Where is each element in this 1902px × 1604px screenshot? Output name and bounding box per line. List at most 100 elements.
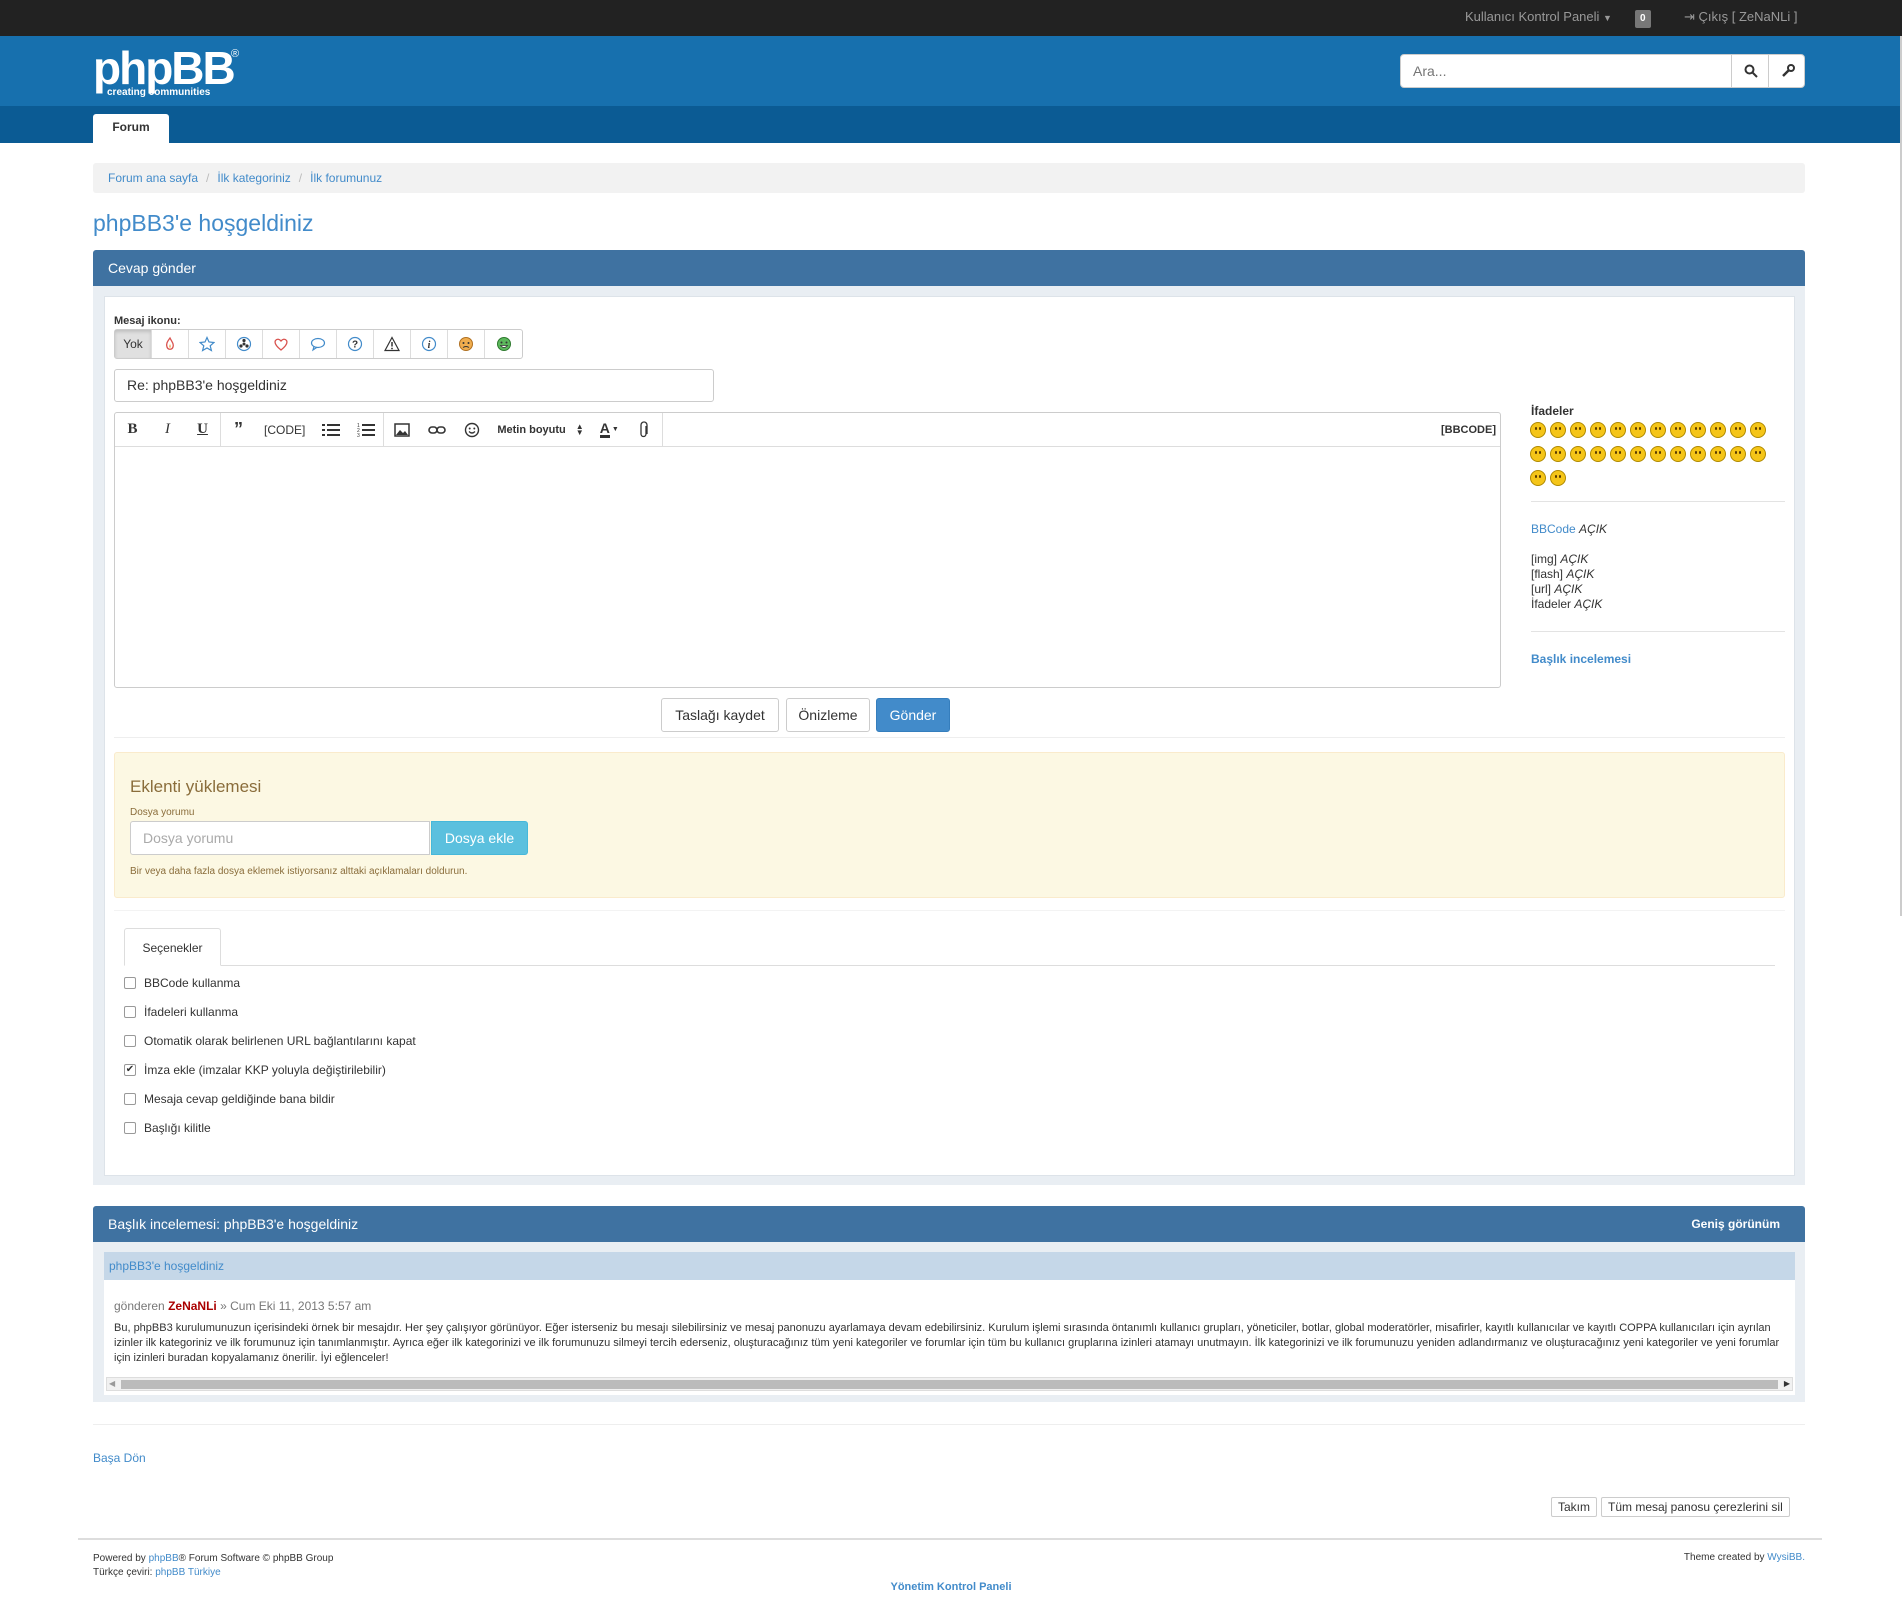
font-size-select[interactable]: Metin boyutu ▲ ▼ [489,413,591,447]
speech-bubble-icon[interactable] [300,330,337,358]
info-icon[interactable]: i [411,330,448,358]
breadcrumb-forum[interactable]: İlk forumunuz [310,171,382,185]
smiley-icon[interactable] [1550,422,1566,438]
page-title[interactable]: phpBB3'e hoşgeldiniz [93,210,314,237]
user-control-panel-link[interactable]: Kullanıcı Kontrol Paneli ▼ [1465,0,1612,36]
smiley-icon[interactable] [1670,446,1686,462]
emoticon-button[interactable] [454,413,489,447]
bullet-list-button[interactable] [313,413,348,447]
bold-button[interactable]: B [115,413,150,447]
tab-options[interactable]: Seçenekler [124,928,221,966]
heart-icon[interactable] [263,330,300,358]
smiley-icon[interactable] [1750,446,1766,462]
underline-button[interactable]: U [185,413,220,447]
warning-icon[interactable] [374,330,411,358]
question-icon[interactable]: ? [337,330,374,358]
code-button[interactable]: [CODE] [256,413,313,447]
bbcode-help-link[interactable]: BBCode [1531,522,1576,536]
delete-cookies-button[interactable]: Tüm mesaj panosu çerezlerini sil [1601,1497,1790,1517]
smiley-icon[interactable] [1630,422,1646,438]
numbered-list-button[interactable]: 123 [348,413,383,447]
tab-forum[interactable]: Forum [93,114,169,143]
flash-status: [flash] AÇIK [1531,567,1602,582]
smiley-icon[interactable] [1570,422,1586,438]
search-button[interactable] [1731,55,1769,87]
radioactive-icon[interactable] [226,330,263,358]
notifications-button[interactable]: 0 [1635,0,1651,36]
save-draft-button[interactable]: Taslağı kaydet [661,698,779,732]
scroll-left-icon[interactable]: ◀ [109,1378,115,1390]
file-comment-input[interactable]: Dosya yorumu [130,821,430,855]
option-label[interactable]: İfadeleri kullanma [144,1005,238,1019]
acp-link[interactable]: Yönetim Kontrol Paneli [890,1581,1011,1593]
preview-button[interactable]: Önizleme [786,698,870,732]
smiley-icon[interactable] [1650,422,1666,438]
fire-icon[interactable] [152,330,189,358]
scrollbar-thumb[interactable] [121,1380,1778,1389]
smiley-icon[interactable] [1690,422,1706,438]
smiley-icon[interactable] [1650,446,1666,462]
italic-button[interactable]: I [150,413,185,447]
review-post-title[interactable]: phpBB3'e hoşgeldiniz [109,1259,224,1273]
add-file-button[interactable]: Dosya ekle [431,821,528,855]
icon-none-option[interactable]: Yok [115,330,152,358]
smiley-icon[interactable] [1610,446,1626,462]
option-label[interactable]: İmza ekle (imzalar KKP yoluyla değiştiri… [144,1063,386,1077]
smiley-icon[interactable] [1590,422,1606,438]
review-scrollbar[interactable]: ◀ ▶ [106,1377,1793,1391]
option-label[interactable]: Başlığı kilitle [144,1121,211,1135]
option-checkbox[interactable] [124,1093,136,1105]
message-textarea[interactable] [115,447,1500,687]
image-button[interactable] [384,413,419,447]
advanced-search-button[interactable] [1768,55,1806,87]
option-checkbox[interactable]: ✔ [124,1064,136,1076]
site-logo[interactable]: phpBB creating communities ® [93,44,239,98]
smiley-icon[interactable] [1610,422,1626,438]
smiley-icon[interactable] [1710,446,1726,462]
smiley-icon[interactable] [1750,422,1766,438]
subject-input[interactable]: Re: phpBB3'e hoşgeldiniz [114,369,714,402]
quote-button[interactable]: ” [221,413,256,447]
smiley-icon[interactable] [1530,422,1546,438]
smiley-icon[interactable] [1710,422,1726,438]
option-checkbox[interactable] [124,1035,136,1047]
smiley-icon[interactable] [1670,422,1686,438]
attachment-button[interactable] [627,413,662,447]
happy-face-icon[interactable] [485,330,522,358]
breadcrumb-category[interactable]: İlk kategoriniz [217,171,290,185]
scroll-right-icon[interactable]: ▶ [1784,1378,1790,1390]
smiley-icon[interactable] [1730,446,1746,462]
smiley-icon[interactable] [1690,446,1706,462]
smiley-icon[interactable] [1550,470,1566,486]
option-checkbox[interactable] [124,977,136,989]
smiley-icon[interactable] [1590,446,1606,462]
theme-link[interactable]: WysiBB. [1767,1552,1805,1563]
submit-button[interactable]: Gönder [876,698,950,732]
option-label[interactable]: Otomatik olarak belirlenen URL bağlantıl… [144,1034,416,1048]
smiley-icon[interactable] [1550,446,1566,462]
translation-link[interactable]: phpBB Türkiye [155,1567,220,1578]
bbcode-mode-toggle[interactable]: [BBCODE] [1433,413,1500,447]
breadcrumb-home[interactable]: Forum ana sayfa [108,171,198,185]
option-checkbox[interactable] [124,1006,136,1018]
team-button[interactable]: Takım [1551,1497,1598,1517]
text-color-button[interactable]: A ▼ [592,413,627,447]
smiley-icon[interactable] [1730,422,1746,438]
phpbb-link[interactable]: phpBB [149,1553,179,1564]
option-label[interactable]: BBCode kullanma [144,976,240,990]
logout-link[interactable]: ⇥ Çıkış [ ZeNaNLi ] [1684,0,1798,36]
star-icon[interactable] [189,330,226,358]
search-input[interactable] [1401,55,1731,87]
topic-review-link[interactable]: Başlık incelemesi [1531,652,1631,666]
mad-face-icon[interactable] [448,330,485,358]
smiley-icon[interactable] [1630,446,1646,462]
post-author[interactable]: ZeNaNLi [168,1299,217,1313]
option-label[interactable]: Mesaja cevap geldiğinde bana bildir [144,1092,335,1106]
expand-view-link[interactable]: Geniş görünüm [1691,1206,1780,1242]
smiley-icon[interactable] [1570,446,1586,462]
smiley-icon[interactable] [1530,446,1546,462]
link-button[interactable] [419,413,454,447]
smiley-icon[interactable] [1530,470,1546,486]
option-checkbox[interactable] [124,1122,136,1134]
back-to-top-link[interactable]: Başa Dön [93,1451,146,1465]
